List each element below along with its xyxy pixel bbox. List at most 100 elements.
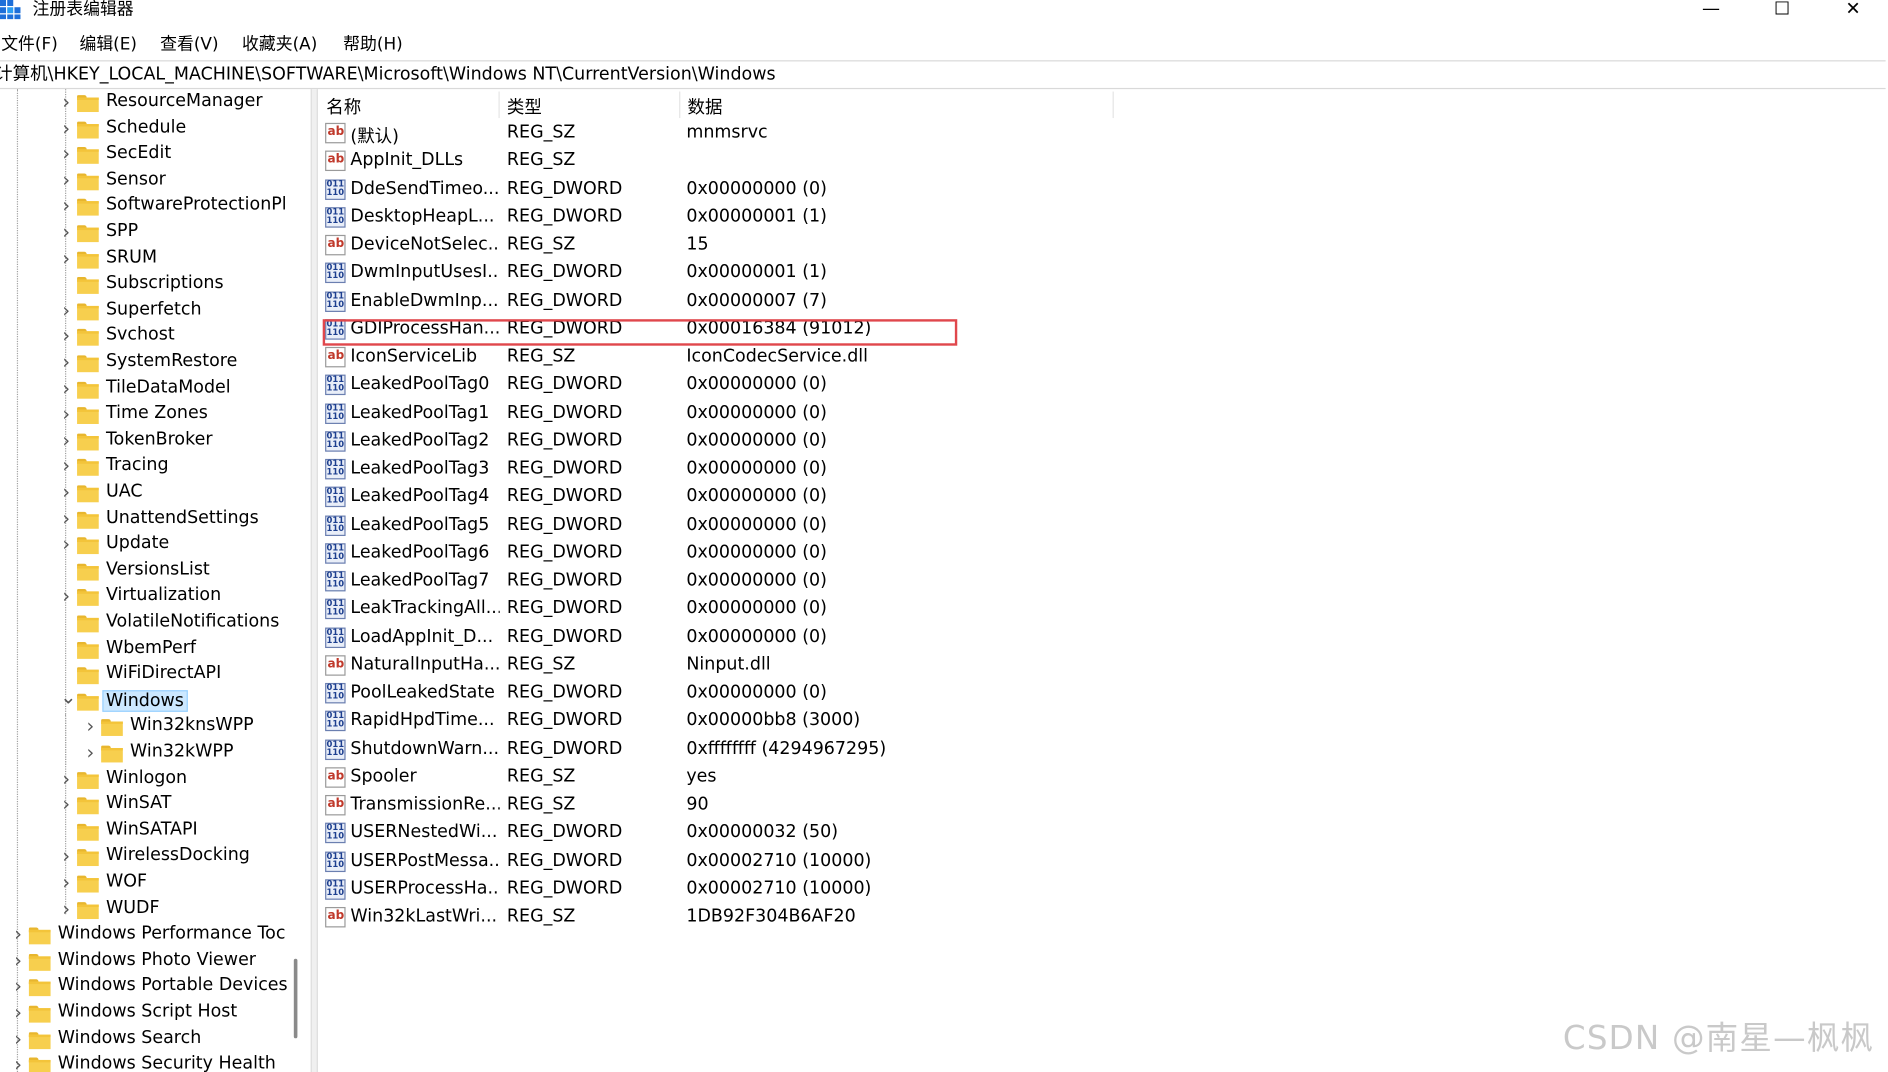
- chevron-right-icon[interactable]: ›: [60, 298, 72, 321]
- column-separator[interactable]: [498, 91, 500, 119]
- chevron-down-icon[interactable]: ⌄: [60, 685, 76, 708]
- tree-item-label: SystemRestore: [105, 351, 238, 371]
- value-row[interactable]: 011 110 LoadAppInit_D... REG_DWORD 0x0000000…: [320, 626, 1885, 654]
- tree-item-label: ResourceManager: [105, 91, 263, 111]
- value-row[interactable]: 011 110 LeakedPoolTag3 REG_DWORD 0x00000000 …: [320, 458, 1885, 486]
- chevron-right-icon[interactable]: ›: [60, 533, 72, 556]
- value-row[interactable]: 011 110 USERProcessHa... REG_DWORD 0x0000271…: [320, 878, 1885, 906]
- chevron-right-icon[interactable]: ›: [60, 793, 72, 816]
- column-separator[interactable]: [1112, 91, 1114, 119]
- chevron-right-icon[interactable]: ›: [12, 949, 24, 972]
- chevron-right-icon[interactable]: ›: [60, 481, 72, 504]
- chevron-right-icon[interactable]: ›: [12, 975, 24, 998]
- menu-favorites[interactable]: 收藏夹(A): [242, 31, 317, 55]
- binary-value-icon: 011 110: [325, 290, 346, 312]
- chevron-right-icon[interactable]: ›: [60, 455, 72, 478]
- folder-icon: [77, 563, 99, 581]
- folder-icon: [77, 329, 99, 347]
- value-row[interactable]: 011 110 DdeSendTimeo... REG_DWORD 0x00000000…: [320, 178, 1885, 206]
- menu-edit[interactable]: 编辑(E): [79, 31, 137, 55]
- value-type: REG_DWORD: [506, 850, 623, 871]
- minimize-button[interactable]: —: [1683, 0, 1738, 22]
- tree-item-label: Sensor: [105, 169, 166, 189]
- value-list[interactable]: 名称 类型 数据 ab (默认) REG_SZ mnmsrvc ab AppInit_DL…: [320, 89, 1888, 1072]
- column-separator[interactable]: [679, 91, 681, 119]
- value-row[interactable]: 011 110 LeakedPoolTag6 REG_DWORD 0x00000000 …: [320, 542, 1885, 570]
- chevron-right-icon[interactable]: ›: [60, 845, 72, 868]
- value-name: LeakedPoolTag6: [350, 542, 490, 563]
- tree-scrollbar-thumb[interactable]: [293, 958, 298, 1039]
- value-row[interactable]: ab TransmissionRe... REG_SZ 90: [320, 794, 1885, 822]
- chevron-right-icon[interactable]: ›: [60, 194, 72, 217]
- binary-value-icon: 011 110: [325, 710, 346, 732]
- value-row[interactable]: 011 110 LeakedPoolTag0 REG_DWORD 0x00000000 …: [320, 374, 1885, 402]
- chevron-right-icon[interactable]: ›: [12, 1001, 24, 1024]
- value-row[interactable]: 011 110 LeakedPoolTag1 REG_DWORD 0x00000000 …: [320, 402, 1885, 430]
- maximize-button[interactable]: ☐: [1754, 0, 1809, 22]
- value-row[interactable]: 011 110 DesktopHeapL... REG_DWORD 0x00000001…: [320, 206, 1885, 234]
- value-row[interactable]: ab DeviceNotSelec... REG_SZ 15: [320, 234, 1885, 262]
- value-row[interactable]: 011 110 USERPostMessa... REG_DWORD 0x0000271…: [320, 850, 1885, 878]
- value-row[interactable]: ab AppInit_DLLs REG_SZ: [320, 150, 1885, 178]
- column-header-data[interactable]: 数据: [688, 94, 723, 119]
- value-row[interactable]: 011 110 LeakedPoolTag5 REG_DWORD 0x00000000 …: [320, 514, 1885, 542]
- value-row[interactable]: 011 110 RapidHpdTime... REG_DWORD 0x00000bb8…: [320, 710, 1885, 738]
- value-row[interactable]: ab Win32kLastWri... REG_SZ 1DB92F304B6AF20: [320, 906, 1885, 934]
- pane-splitter[interactable]: [310, 89, 318, 1072]
- folder-icon: [77, 173, 99, 191]
- menu-view[interactable]: 查看(V): [160, 31, 218, 55]
- column-header-type[interactable]: 类型: [507, 94, 542, 119]
- value-row[interactable]: 011 110 LeakedPoolTag2 REG_DWORD 0x00000000 …: [320, 430, 1885, 458]
- chevron-right-icon[interactable]: ›: [60, 324, 72, 347]
- binary-value-icon: 011 110: [325, 682, 346, 704]
- value-row[interactable]: ab Spooler REG_SZ yes: [320, 766, 1885, 794]
- chevron-right-icon[interactable]: ›: [84, 741, 96, 764]
- value-row[interactable]: 011 110 LeakedPoolTag4 REG_DWORD 0x00000000 …: [320, 486, 1885, 514]
- value-row[interactable]: 011 110 LeakTrackingAll... REG_DWORD 0x00000…: [320, 598, 1885, 626]
- column-header-name[interactable]: 名称: [326, 94, 361, 119]
- binary-value-icon: 011 110: [325, 178, 346, 200]
- chevron-right-icon[interactable]: ›: [60, 871, 72, 894]
- chevron-right-icon[interactable]: ›: [12, 1053, 24, 1072]
- title-bar: 注册表编辑器 — ☐ ✕: [0, 0, 1888, 27]
- address-path[interactable]: 计算机\HKEY_LOCAL_MACHINE\SOFTWARE\Microsof…: [0, 61, 776, 87]
- menu-file[interactable]: 文件(F): [1, 31, 58, 55]
- chevron-right-icon[interactable]: ›: [60, 403, 72, 426]
- tree-item-label: VolatileNotifications: [105, 611, 280, 632]
- value-row[interactable]: 011 110 LeakedPoolTag7 REG_DWORD 0x00000000 …: [320, 570, 1885, 598]
- regedit-app-icon: [0, 0, 21, 20]
- value-row[interactable]: 011 110 EnableDwmInp... REG_DWORD 0x00000007…: [320, 290, 1885, 318]
- chevron-right-icon[interactable]: ›: [60, 116, 72, 139]
- folder-icon: [77, 771, 99, 789]
- chevron-right-icon[interactable]: ›: [12, 1027, 24, 1050]
- chevron-right-icon[interactable]: ›: [60, 90, 72, 113]
- value-row[interactable]: 011 110 DwmInputUsesI... REG_DWORD 0x0000000…: [320, 262, 1885, 290]
- value-row[interactable]: ab IconServiceLib REG_SZ IconCodecService.d…: [320, 346, 1885, 374]
- chevron-right-icon[interactable]: ›: [12, 923, 24, 946]
- chevron-right-icon[interactable]: ›: [60, 507, 72, 530]
- key-tree[interactable]: › ResourceManager › Schedule › SecEdit › Sensor…: [0, 89, 311, 1072]
- value-row[interactable]: ab NaturalInputHa... REG_SZ Ninput.dll: [320, 654, 1885, 682]
- chevron-right-icon[interactable]: ›: [60, 767, 72, 790]
- folder-icon: [28, 927, 51, 945]
- value-type: REG_DWORD: [506, 458, 623, 479]
- chevron-right-icon[interactable]: ›: [60, 897, 72, 920]
- value-row[interactable]: 011 110 USERNestedWi... REG_DWORD 0x00000032…: [320, 822, 1885, 850]
- chevron-right-icon[interactable]: ›: [84, 715, 96, 738]
- value-row[interactable]: 011 110 PoolLeakedState REG_DWORD 0x00000000…: [320, 682, 1885, 710]
- chevron-right-icon[interactable]: ›: [60, 585, 72, 608]
- chevron-right-icon[interactable]: ›: [60, 220, 72, 243]
- value-row[interactable]: ab (默认) REG_SZ mnmsrvc: [320, 122, 1885, 150]
- chevron-right-icon[interactable]: ›: [60, 142, 72, 165]
- tree-item-label: WinSAT: [105, 793, 172, 814]
- chevron-right-icon[interactable]: ›: [60, 429, 72, 452]
- close-button[interactable]: ✕: [1825, 0, 1880, 22]
- chevron-right-icon[interactable]: ›: [60, 246, 72, 269]
- address-bar[interactable]: 计算机\HKEY_LOCAL_MACHINE\SOFTWARE\Microsof…: [0, 60, 1886, 90]
- value-row[interactable]: 011 110 ShutdownWarn... REG_DWORD 0xffffffff…: [320, 738, 1885, 766]
- value-data: 0x00000001 (1): [686, 206, 827, 227]
- menu-help[interactable]: 帮助(H): [343, 31, 403, 55]
- chevron-right-icon[interactable]: ›: [60, 351, 72, 374]
- chevron-right-icon[interactable]: ›: [60, 377, 72, 400]
- chevron-right-icon[interactable]: ›: [60, 168, 72, 191]
